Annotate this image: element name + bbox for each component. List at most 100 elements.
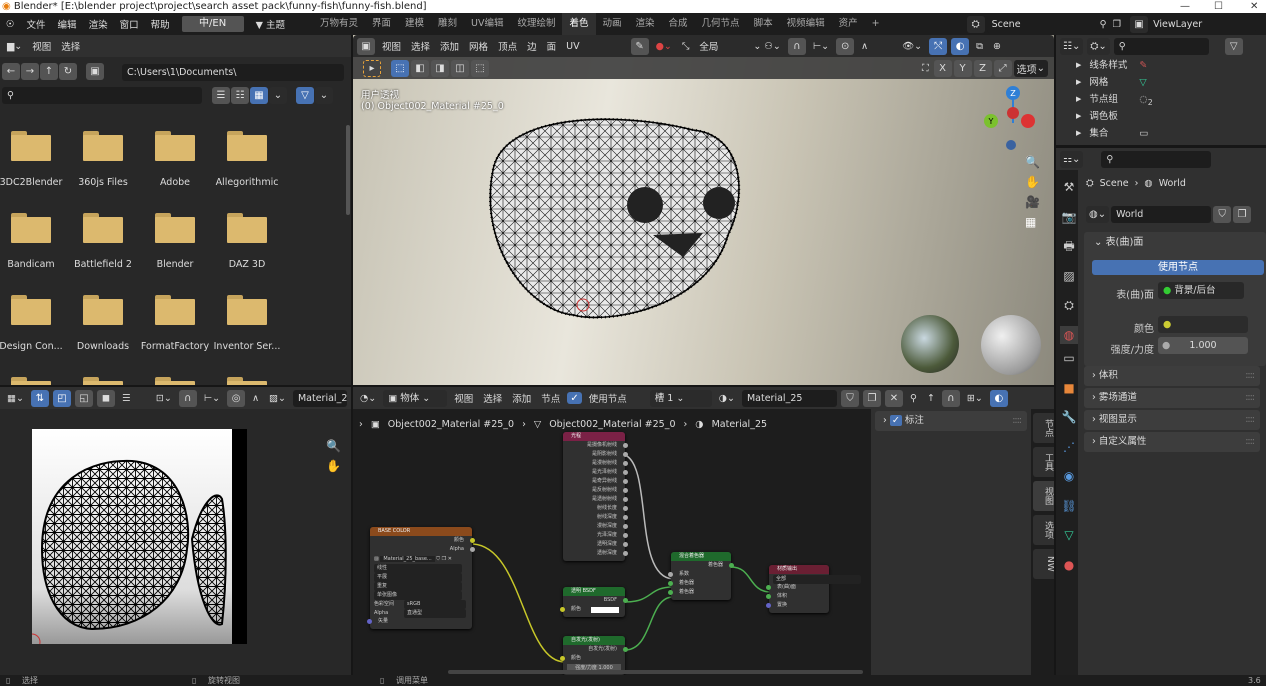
back-arrow-icon[interactable]: ← (2, 63, 20, 80)
thumbnail-view-icon[interactable]: ▦ (250, 87, 268, 104)
fake-user-shield-icon[interactable]: ⛉ (1213, 206, 1232, 223)
scrollbar[interactable] (346, 125, 350, 215)
workspace-tab[interactable]: UV编辑 (464, 13, 510, 35)
annotation-panel-header[interactable]: › ✓ 标注:::: (875, 411, 1027, 431)
expand-triangle-icon[interactable]: ▶ (1076, 74, 1081, 91)
workspace-tab[interactable]: 资产 (832, 13, 865, 35)
output-icon[interactable]: 🖶 (1060, 237, 1078, 255)
drag-handle-icon[interactable]: :::: (1245, 410, 1255, 430)
output-socket[interactable] (623, 497, 628, 502)
proportional-edit-icon[interactable]: ◎ (227, 389, 246, 407)
folder-item[interactable]: Design Con... (0, 295, 66, 352)
pan-hand-icon[interactable]: ✋ (1025, 175, 1040, 189)
menu-help[interactable]: 帮助 (145, 17, 176, 31)
outliner-type-icon[interactable]: ☷⌄ (1060, 37, 1084, 55)
output-socket[interactable] (623, 515, 628, 520)
scene-selector-icon[interactable]: ⛭ (966, 15, 985, 33)
output-socket[interactable] (623, 647, 628, 652)
workspace-tab[interactable]: 几何节点 (695, 13, 747, 35)
input-socket[interactable] (560, 607, 565, 612)
chevron-down-icon[interactable]: ⌄ (269, 87, 287, 104)
forward-arrow-icon[interactable]: → (21, 63, 39, 80)
theme-menu[interactable]: ▼ 主题 (250, 17, 291, 31)
view-layer-field[interactable]: ViewLayer (1148, 15, 1257, 33)
tool-icon[interactable]: ⚒ (1060, 178, 1078, 196)
output-socket[interactable] (623, 524, 628, 529)
image-name-field[interactable]: Material_25_b (292, 389, 347, 407)
pin-icon[interactable]: ⚲ (1097, 19, 1110, 30)
output-socket[interactable] (623, 551, 628, 556)
pan-hand-icon[interactable]: ✋ (326, 459, 341, 473)
new-folder-icon[interactable]: ▣ (86, 63, 104, 80)
output-socket[interactable] (470, 538, 475, 543)
input-socket[interactable] (766, 594, 771, 599)
material-output-node[interactable]: 材质输出 全部 表(曲)面 体积 置换 (766, 565, 861, 613)
input-socket[interactable] (560, 656, 565, 661)
hamburger-menu-icon[interactable]: ☰ (119, 393, 134, 404)
expand-triangle-icon[interactable]: ▶ (1076, 91, 1081, 108)
scene-field[interactable]: Scene (986, 15, 1097, 33)
pin-icon[interactable]: ⚲ (907, 393, 920, 404)
grid-icon[interactable]: ▦ (1025, 215, 1040, 229)
collection-icon[interactable]: ▭ (1060, 349, 1078, 367)
output-socket[interactable] (623, 533, 628, 538)
folder-item[interactable]: Downloads (68, 295, 138, 352)
folder-item[interactable]: Allegorithmic (212, 131, 282, 188)
vertical-list-icon[interactable]: ☰ (212, 87, 230, 104)
output-socket[interactable] (470, 547, 475, 552)
world-icon[interactable]: ◍ (1060, 325, 1078, 344)
display-mode-icon[interactable]: ⛭⌄ (1087, 37, 1110, 55)
node-field[interactable]: 平展 (370, 572, 472, 582)
horizontal-list-icon[interactable]: ☷ (231, 87, 249, 104)
folder-item[interactable]: DAZ 3D (212, 213, 282, 270)
outliner-item[interactable]: ▶ 网格 ▽ (1076, 74, 1266, 91)
image-texture-node[interactable]: BASE COLOR 颜色 Alpha ▨ Material_25_base... ⛉… (367, 527, 475, 629)
sidebar-tab[interactable]: 节点 (1033, 413, 1054, 443)
constraints-icon[interactable]: ⛓ (1060, 497, 1078, 515)
node-field[interactable]: 线性 (370, 563, 472, 573)
surface-section-header[interactable]: ⌄ 表(曲)面 (1084, 232, 1266, 254)
folder-item[interactable]: 360js Files (68, 131, 138, 188)
menu-select[interactable]: 选择 (58, 39, 83, 53)
node-field[interactable]: Alpha 直通型 (370, 608, 472, 618)
pivot-icon[interactable]: ⊡⌄ (153, 393, 175, 404)
menu-window[interactable]: 窗口 (114, 17, 145, 31)
uv-sync-selection-icon[interactable]: ⇅ (30, 389, 49, 407)
physics-icon[interactable]: ◉ (1060, 467, 1078, 485)
drag-handle-icon[interactable]: :::: (1012, 411, 1022, 431)
properties-search-input[interactable]: ⚲ (1101, 150, 1212, 168)
properties-section[interactable]: › 体积:::: (1084, 366, 1260, 386)
workspace-tab[interactable]: 动画 (596, 13, 629, 35)
unlink-icon[interactable]: ✕ (884, 389, 903, 407)
workspace-tab[interactable]: 纹理绘制 (510, 13, 562, 35)
menu-file[interactable]: 文件 (21, 17, 52, 31)
zoom-icon[interactable]: 🔍 (326, 439, 341, 453)
image-selector[interactable]: ▨ Material_25_base... ⛉ ❐ ✕ (370, 554, 472, 563)
menu-edit[interactable]: 编辑 (52, 17, 83, 31)
node-field[interactable]: 单张图像 (370, 590, 472, 600)
horizontal-scrollbar[interactable] (448, 670, 863, 674)
input-socket[interactable] (668, 590, 673, 595)
outliner-item[interactable]: ▶ 节点组 ◌2 (1076, 91, 1266, 108)
use-nodes-button[interactable]: 使用节点 (1092, 260, 1264, 275)
outliner-item[interactable]: ▶ 集合 ▭ (1076, 125, 1266, 142)
snap-icon[interactable]: ∩ (941, 389, 960, 407)
refresh-icon[interactable]: ↻ (59, 63, 77, 80)
drag-handle-icon[interactable]: :::: (1245, 366, 1255, 386)
output-socket[interactable] (623, 452, 628, 457)
color-swatch[interactable] (591, 607, 619, 613)
object-icon[interactable]: ■ (1060, 379, 1078, 397)
folder-item[interactable]: Bandicam (0, 213, 66, 270)
workspace-tab[interactable]: 脚本 (747, 13, 780, 35)
workspace-tab[interactable]: 渲染 (629, 13, 662, 35)
input-socket[interactable] (668, 572, 673, 577)
world-browse-icon[interactable]: ◍⌄ (1086, 206, 1110, 223)
add-workspace-button[interactable]: + (865, 13, 887, 35)
maximize-button[interactable]: ☐ (1214, 0, 1223, 13)
camera-icon[interactable]: 🎥 (1025, 195, 1040, 209)
input-socket[interactable] (668, 581, 673, 586)
properties-section[interactable]: › 雾场通道:::: (1084, 388, 1260, 408)
image-browse-icon[interactable]: ▨⌄ (266, 393, 289, 404)
node-field[interactable]: 重复 (370, 581, 472, 591)
input-socket[interactable] (766, 603, 771, 608)
